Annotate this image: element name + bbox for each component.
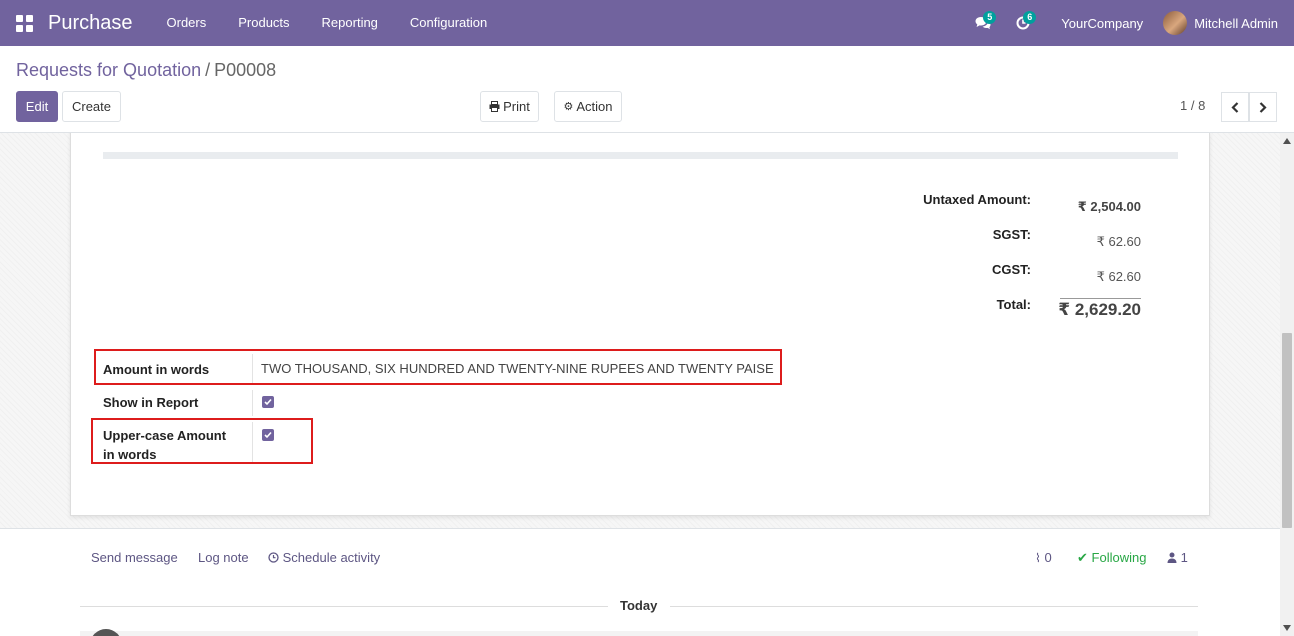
send-message-button[interactable]: Send message bbox=[91, 550, 178, 565]
date-separator: Today bbox=[620, 598, 658, 613]
menu-configuration[interactable]: Configuration bbox=[394, 0, 503, 46]
sgst-value: ₹ 62.60 bbox=[1096, 234, 1141, 249]
show-in-report-checkbox[interactable] bbox=[262, 396, 274, 408]
chevron-right-icon bbox=[1259, 101, 1267, 113]
menu-orders[interactable]: Orders bbox=[151, 0, 223, 46]
uppercase-amount-highlight bbox=[91, 418, 313, 464]
messages-count-badge: 5 bbox=[983, 11, 997, 24]
amount-in-words-highlight bbox=[94, 349, 782, 385]
pager-value[interactable]: 1 / 8 bbox=[1180, 98, 1205, 113]
breadcrumb-current: P00008 bbox=[214, 60, 277, 80]
gear-icon: ⚙ bbox=[563, 101, 574, 113]
separator-line bbox=[80, 606, 608, 607]
apps-menu-icon[interactable] bbox=[0, 0, 48, 46]
pager-next-button[interactable] bbox=[1249, 92, 1277, 122]
pager-previous-button[interactable] bbox=[1221, 92, 1249, 122]
order-lines-footer bbox=[103, 152, 1178, 159]
edit-button[interactable]: Edit bbox=[16, 91, 58, 122]
menu-products[interactable]: Products bbox=[222, 0, 305, 46]
user-icon bbox=[1167, 552, 1177, 563]
user-name: Mitchell Admin bbox=[1194, 15, 1278, 31]
activities-systray[interactable]: 6 bbox=[1003, 0, 1043, 46]
chatter: Send message Log note Schedule activity … bbox=[0, 528, 1280, 636]
user-menu[interactable]: Mitchell Admin bbox=[1163, 11, 1294, 35]
cgst-label: CGST: bbox=[992, 262, 1031, 277]
scroll-down-arrow-icon[interactable] bbox=[1283, 625, 1291, 631]
form-sheet: Untaxed Amount: ₹ 2,504.00 SGST: ₹ 62.60… bbox=[70, 133, 1210, 516]
total-value: ₹ 2,629.20 bbox=[1058, 300, 1141, 319]
log-note-button[interactable]: Log note bbox=[198, 550, 249, 565]
breadcrumb-separator: / bbox=[205, 60, 211, 80]
menu-reporting[interactable]: Reporting bbox=[306, 0, 394, 46]
following-button[interactable]: ✔ Following bbox=[1077, 550, 1146, 566]
show-in-report-label: Show in Report bbox=[103, 395, 199, 410]
create-button[interactable]: Create bbox=[62, 91, 121, 122]
clock-icon bbox=[268, 552, 279, 563]
untaxed-amount-value: ₹ 2,504.00 bbox=[1077, 199, 1141, 214]
chevron-left-icon bbox=[1231, 101, 1239, 113]
paperclip-icon: ⌇ bbox=[1035, 551, 1041, 565]
attachments-button[interactable]: ⌇ 0 bbox=[1035, 550, 1052, 565]
attachments-count: 0 bbox=[1044, 550, 1052, 565]
print-label: Print bbox=[503, 99, 530, 114]
cgst-value: ₹ 62.60 bbox=[1096, 269, 1141, 284]
untaxed-amount-label: Untaxed Amount: bbox=[923, 192, 1031, 207]
total-separator bbox=[1060, 298, 1141, 299]
form-view: Untaxed Amount: ₹ 2,504.00 SGST: ₹ 62.60… bbox=[0, 133, 1280, 636]
check-icon: ✔ bbox=[1077, 550, 1088, 565]
following-label: Following bbox=[1091, 550, 1147, 565]
separator-line bbox=[670, 606, 1198, 607]
vertical-scrollbar[interactable] bbox=[1280, 133, 1294, 636]
control-panel: Requests for Quotation / P00008 Edit Creat… bbox=[0, 46, 1294, 133]
breadcrumb-parent[interactable]: Requests for Quotation bbox=[16, 60, 201, 80]
schedule-activity-label: Schedule activity bbox=[282, 550, 381, 565]
followers-button[interactable]: 1 bbox=[1167, 550, 1188, 565]
top-navbar: Purchase Orders Products Reporting Confi… bbox=[0, 0, 1294, 46]
action-button[interactable]: ⚙ Action bbox=[554, 91, 622, 122]
activities-count-badge: 6 bbox=[1023, 11, 1037, 24]
schedule-activity-button[interactable]: Schedule activity bbox=[268, 550, 380, 565]
followers-count: 1 bbox=[1180, 550, 1188, 565]
sgst-label: SGST: bbox=[992, 227, 1031, 242]
print-icon bbox=[489, 101, 500, 112]
scrollbar-thumb[interactable] bbox=[1282, 333, 1292, 528]
scroll-up-arrow-icon[interactable] bbox=[1283, 138, 1291, 144]
company-switcher[interactable]: YourCompany bbox=[1043, 16, 1163, 31]
action-label: Action bbox=[576, 99, 613, 114]
messages-systray[interactable]: 5 bbox=[963, 0, 1003, 46]
app-name[interactable]: Purchase bbox=[48, 12, 133, 35]
user-avatar bbox=[1163, 11, 1188, 35]
breadcrumb: Requests for Quotation / P00008 bbox=[16, 60, 276, 81]
print-button[interactable]: Print bbox=[480, 91, 539, 122]
field-divider bbox=[252, 390, 253, 416]
checkmark-icon bbox=[264, 398, 272, 406]
message-item bbox=[80, 631, 1198, 636]
